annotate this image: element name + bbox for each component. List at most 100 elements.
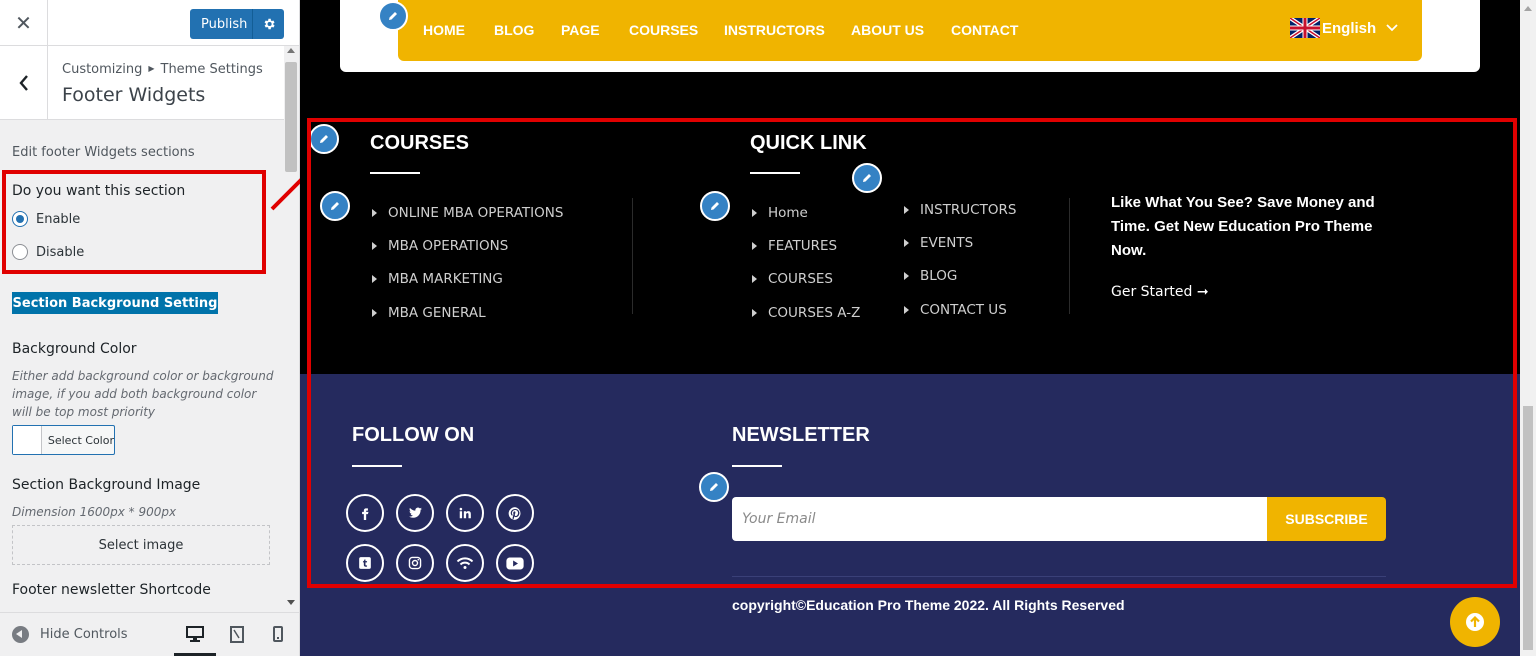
scroll-down-icon[interactable]: [287, 600, 295, 605]
caret-right-icon: [752, 242, 757, 250]
device-tablet-button[interactable]: [227, 623, 247, 645]
footer-link[interactable]: BLOG: [904, 268, 957, 284]
section-background-setting-button[interactable]: Section Background Setting: [12, 292, 218, 314]
footer-link[interactable]: COURSES: [752, 271, 833, 287]
hide-controls-button[interactable]: Hide Controls: [12, 626, 128, 643]
mobile-icon: [273, 626, 283, 642]
desktop-icon: [186, 626, 204, 642]
background-image-label: Section Background Image: [12, 477, 201, 493]
enable-radio[interactable]: Enable: [12, 211, 80, 227]
caret-right-icon: [372, 309, 377, 317]
publish-label: Publish: [201, 16, 248, 32]
footer-link[interactable]: MBA OPERATIONS: [372, 238, 508, 254]
caret-right-icon: [372, 242, 377, 250]
footer-link-label: CONTACT US: [920, 302, 1007, 318]
edit-shortcut-footer-icon[interactable]: [309, 124, 339, 154]
newsletter-email-input[interactable]: [732, 497, 1268, 541]
breadcrumb-separator-icon: ▶: [148, 64, 155, 73]
scroll-up-icon[interactable]: [1524, 6, 1532, 11]
edit-shortcut-quick-link-icon[interactable]: [700, 191, 730, 221]
subscribe-button[interactable]: SUBSCRIBE: [1267, 497, 1386, 541]
heading-underline: [750, 172, 800, 174]
footer-link[interactable]: MBA GENERAL: [372, 305, 486, 321]
disable-radio[interactable]: Disable: [12, 244, 84, 260]
main-navigation: HOME BLOG PAGE COURSES INSTRUCTORS ABOUT…: [398, 0, 1422, 61]
footer-link-label: MBA MARKETING: [388, 271, 503, 287]
publish-button[interactable]: Publish: [190, 9, 284, 39]
nav-contact[interactable]: CONTACT: [951, 22, 1018, 38]
select-image-button[interactable]: Select image: [12, 525, 270, 565]
back-to-top-button[interactable]: [1450, 597, 1500, 647]
breadcrumb-parent: Theme Settings: [160, 62, 263, 77]
footer-link-label: FEATURES: [768, 238, 838, 254]
radio-unchecked-icon[interactable]: [12, 244, 28, 260]
footer-link[interactable]: MBA MARKETING: [372, 271, 503, 287]
edit-shortcut-nav-icon[interactable]: [378, 1, 408, 31]
caret-right-icon: [752, 209, 757, 217]
youtube-icon[interactable]: [496, 544, 534, 582]
copyright-text: copyright©Education Pro Theme 2022. All …: [732, 597, 1125, 613]
edit-shortcut-courses-icon[interactable]: [320, 191, 350, 221]
nav-instructors[interactable]: INSTRUCTORS: [724, 22, 825, 38]
collapse-icon: [12, 626, 29, 643]
device-desktop-button[interactable]: [185, 623, 205, 645]
customizer-panel: ✕ Publish Customizing ▶ Theme Settings Foo…: [0, 0, 300, 656]
quick-link-heading: QUICK LINK: [750, 132, 867, 154]
select-color-button[interactable]: Select Color: [12, 425, 115, 455]
back-button[interactable]: [0, 46, 48, 120]
nav-about-us[interactable]: ABOUT US: [851, 22, 924, 38]
caret-right-icon: [372, 275, 377, 283]
footer-link-label: MBA OPERATIONS: [388, 238, 509, 254]
background-image-dimension: Dimension 1600px * 900px: [12, 505, 177, 519]
caret-right-icon: [904, 206, 909, 214]
rss-icon[interactable]: [446, 544, 484, 582]
nav-home[interactable]: HOME: [423, 22, 465, 38]
footer-link[interactable]: FEATURES: [752, 238, 837, 254]
enable-label: Enable: [36, 211, 81, 227]
close-icon: ✕: [15, 11, 32, 35]
customizer-header: ✕ Publish: [0, 0, 299, 46]
footer-link[interactable]: CONTACT US: [904, 302, 1007, 318]
radio-checked-icon[interactable]: [12, 211, 28, 227]
device-mobile-button[interactable]: [268, 623, 288, 645]
footer-link[interactable]: INSTRUCTORS: [904, 202, 1016, 218]
column-divider: [1069, 198, 1070, 314]
pinterest-icon[interactable]: [496, 494, 534, 532]
uk-flag-icon: [1290, 18, 1320, 38]
customizer-footer: Hide Controls: [0, 612, 299, 656]
instagram-icon[interactable]: [396, 544, 434, 582]
footer-link[interactable]: COURSES A-Z: [752, 305, 860, 321]
caret-right-icon: [904, 306, 909, 314]
nav-page[interactable]: PAGE: [561, 22, 600, 38]
header-card: HOME BLOG PAGE COURSES INSTRUCTORS ABOUT…: [340, 0, 1480, 72]
section-description: Edit footer Widgets sections: [12, 145, 195, 160]
footer-link-label: INSTRUCTORS: [920, 202, 1017, 218]
newsletter-shortcode-label: Footer newsletter Shortcode: [12, 582, 211, 598]
footer-link[interactable]: Home: [752, 205, 808, 221]
get-started-link[interactable]: Ger Started ➞: [1111, 284, 1209, 300]
twitter-icon[interactable]: [396, 494, 434, 532]
nav-courses[interactable]: COURSES: [629, 22, 698, 38]
edit-shortcut-quick-link-2-icon[interactable]: [852, 163, 882, 193]
preview-scrollbar-thumb[interactable]: [1523, 406, 1533, 650]
heading-underline: [370, 172, 420, 174]
nav-blog[interactable]: BLOG: [494, 22, 534, 38]
scroll-up-icon[interactable]: [287, 48, 295, 53]
close-customizer-button[interactable]: ✕: [0, 0, 48, 46]
facebook-icon[interactable]: [346, 494, 384, 532]
tablet-icon: [230, 625, 244, 643]
edit-shortcut-newsletter-icon[interactable]: [699, 472, 729, 502]
promo-text: Like What You See? Save Money and Time. …: [1111, 194, 1375, 259]
caret-right-icon: [372, 209, 377, 217]
footer-link[interactable]: ONLINE MBA OPERATIONS: [372, 205, 563, 221]
tumblr-icon[interactable]: [346, 544, 384, 582]
color-swatch[interactable]: [13, 426, 42, 454]
footer-link-label: ONLINE MBA OPERATIONS: [388, 205, 564, 221]
column-divider: [632, 198, 633, 314]
footer-link[interactable]: EVENTS: [904, 235, 973, 251]
gear-icon[interactable]: [252, 9, 284, 39]
site-preview: HOME BLOG PAGE COURSES INSTRUCTORS ABOUT…: [300, 0, 1536, 656]
background-color-help: Either add background color or backgroun…: [12, 369, 274, 419]
language-switcher[interactable]: English: [1290, 18, 1398, 38]
linkedin-icon[interactable]: [446, 494, 484, 532]
